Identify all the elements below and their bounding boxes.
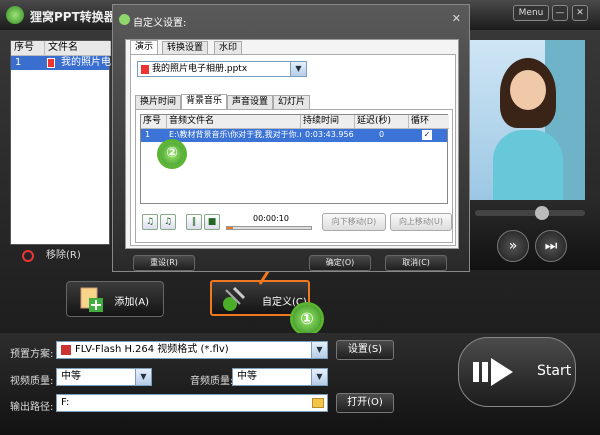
preview-image (455, 40, 585, 200)
add-button-label: 添加(A) (114, 297, 149, 308)
tab-watermark[interactable]: 水印 (214, 41, 243, 55)
move-down-button[interactable]: 向下移动(D) (322, 213, 386, 231)
tools-icon (220, 284, 248, 312)
reset-button[interactable]: 重设(R) (133, 255, 195, 271)
start-arrow-icon (473, 358, 513, 386)
remove-label: 移除(R) (46, 250, 81, 261)
flash-format-icon (61, 345, 71, 355)
step-one-badge: ① (293, 305, 321, 333)
presentation-panel: 我的照片电子相册.pptx ▼ 换片时间 背景音乐 声音设置 幻灯片 序号 音频… (130, 54, 456, 246)
list-item-name: 我的照片电 (61, 57, 111, 68)
menu-label: Menu (518, 8, 544, 18)
subtab-background-music[interactable]: 背景音乐 (181, 94, 228, 109)
pause-button[interactable]: ‖ (186, 214, 202, 230)
audio-quality-label: 音频质量: (190, 376, 234, 387)
music-progress-bar[interactable] (226, 226, 312, 230)
pptx-file-icon (141, 65, 149, 74)
list-item-index: 1 (15, 57, 22, 68)
tab-presentation[interactable]: 演示 (130, 40, 159, 55)
dialog-body: 演示 转换设置 水印 我的照片电子相册.pptx ▼ 换片时间 背景音乐 声音设… (125, 39, 459, 249)
video-quality-dropdown[interactable]: 中等 ▼ (56, 368, 152, 386)
step-two-badge: ② (160, 142, 184, 166)
preset-label: 预置方案: (10, 349, 54, 360)
loop-checkbox[interactable]: ✓ (422, 130, 432, 140)
list-item[interactable]: 1 我的照片电 (11, 56, 111, 70)
subtab-slide-timing[interactable]: 换片时间 (135, 95, 182, 109)
add-music-button[interactable]: ♫ (142, 214, 158, 230)
preset-value: FLV-Flash H.264 视频格式 (*.flv) (75, 344, 229, 355)
chevron-down-icon[interactable]: ▼ (311, 342, 327, 358)
music-progress-fill (227, 227, 233, 229)
background-music-panel: 序号 音频文件名 持续时间 延迟(秒) 循环 1 E:\教材背景音乐\你对于我,… (135, 109, 453, 243)
remove-button[interactable]: 移除(R) (10, 246, 110, 266)
add-button[interactable]: 添加(A) (66, 281, 164, 317)
file-list[interactable]: 序号 文件名 1 我的照片电 (10, 40, 111, 245)
preview-figure-shirt (493, 130, 563, 200)
chevron-down-icon[interactable]: ▼ (290, 62, 306, 76)
file-select-dropdown[interactable]: 我的照片电子相册.pptx ▼ (137, 61, 307, 77)
folder-icon[interactable] (312, 398, 324, 408)
ok-button[interactable]: 确定(O) (309, 255, 371, 271)
output-path-value: F: (61, 397, 70, 408)
subtab-slides[interactable]: 幻灯片 (273, 95, 311, 109)
playback-slider[interactable] (475, 206, 585, 220)
audio-header-loop: 循环 (409, 115, 449, 129)
preview-figure-face (510, 70, 546, 110)
output-label: 输出路径: (10, 402, 54, 413)
video-quality-value: 中等 (61, 371, 81, 382)
audio-header-duration: 持续时间 (301, 115, 355, 129)
next-button[interactable]: ⏭ (535, 230, 567, 262)
list-header-filename: 文件名 (45, 41, 111, 56)
start-label: Start (537, 363, 572, 379)
playback-slider-knob[interactable] (535, 206, 549, 220)
tab-conversion-settings[interactable]: 转换设置 (162, 41, 209, 55)
open-button[interactable]: 打开(O) (336, 393, 394, 413)
preset-dropdown[interactable]: FLV-Flash H.264 视频格式 (*.flv) ▼ (56, 341, 328, 359)
audio-header-delay: 延迟(秒) (355, 115, 409, 129)
audio-row-delay: 0 (379, 130, 385, 139)
start-button[interactable]: Start (458, 337, 576, 407)
add-file-icon (77, 286, 105, 314)
file-select-value: 我的照片电子相册.pptx (152, 64, 248, 74)
dialog-logo-icon (119, 14, 130, 25)
audio-header-filename: 音频文件名 (167, 115, 301, 129)
subtab-sound-settings[interactable]: 声音设置 (227, 95, 274, 109)
chevron-down-icon[interactable]: ▼ (135, 369, 151, 385)
output-path-field[interactable]: F: (56, 394, 328, 412)
audio-header-index: 序号 (141, 115, 167, 129)
menu-button[interactable]: Menu (513, 5, 549, 21)
cancel-button[interactable]: 取消(C) (385, 255, 447, 271)
pptx-file-icon (47, 58, 55, 68)
settings-button[interactable]: 设置(S) (336, 340, 394, 360)
move-up-button[interactable]: 向上移动(U) (390, 213, 452, 231)
close-button[interactable]: ✕ (572, 5, 588, 21)
audio-quality-dropdown[interactable]: 中等 ▼ (232, 368, 328, 386)
custom-settings-dialog: 自定义设置: ✕ 演示 转换设置 水印 我的照片电子相册.pptx ▼ 换片时间… (112, 4, 470, 272)
app-logo-icon (6, 6, 24, 24)
dialog-title: 自定义设置: (133, 18, 187, 29)
dialog-close-icon[interactable]: ✕ (452, 12, 461, 25)
remove-music-button[interactable]: ♫ (160, 214, 176, 230)
audio-row-duration: 0:03:43.956 (305, 130, 354, 139)
audio-quality-value: 中等 (237, 371, 257, 382)
player-controls: » ⏭ (455, 200, 600, 270)
remove-icon (22, 250, 34, 262)
fast-forward-button[interactable]: » (497, 230, 529, 262)
minimize-button[interactable]: — (552, 5, 568, 21)
list-header-index: 序号 (11, 41, 45, 56)
chevron-down-icon[interactable]: ▼ (311, 369, 327, 385)
audio-table[interactable]: 序号 音频文件名 持续时间 延迟(秒) 循环 1 E:\教材背景音乐\你对于我,… (140, 114, 449, 204)
audio-row-file: E:\教材背景音乐\你对于我,我对于你.r (169, 130, 301, 139)
app-title: 狸窝PPT转换器 (30, 10, 116, 24)
time-readout: 00:00:10 (253, 214, 289, 223)
stop-button[interactable]: ■ (204, 214, 220, 230)
video-quality-label: 视频质量: (10, 376, 54, 387)
audio-row-index: 1 (145, 130, 151, 139)
app-window: 狸窝PPT转换器 Menu — ✕ 序号 文件名 1 我的照片电 移除(R) »… (0, 0, 600, 435)
